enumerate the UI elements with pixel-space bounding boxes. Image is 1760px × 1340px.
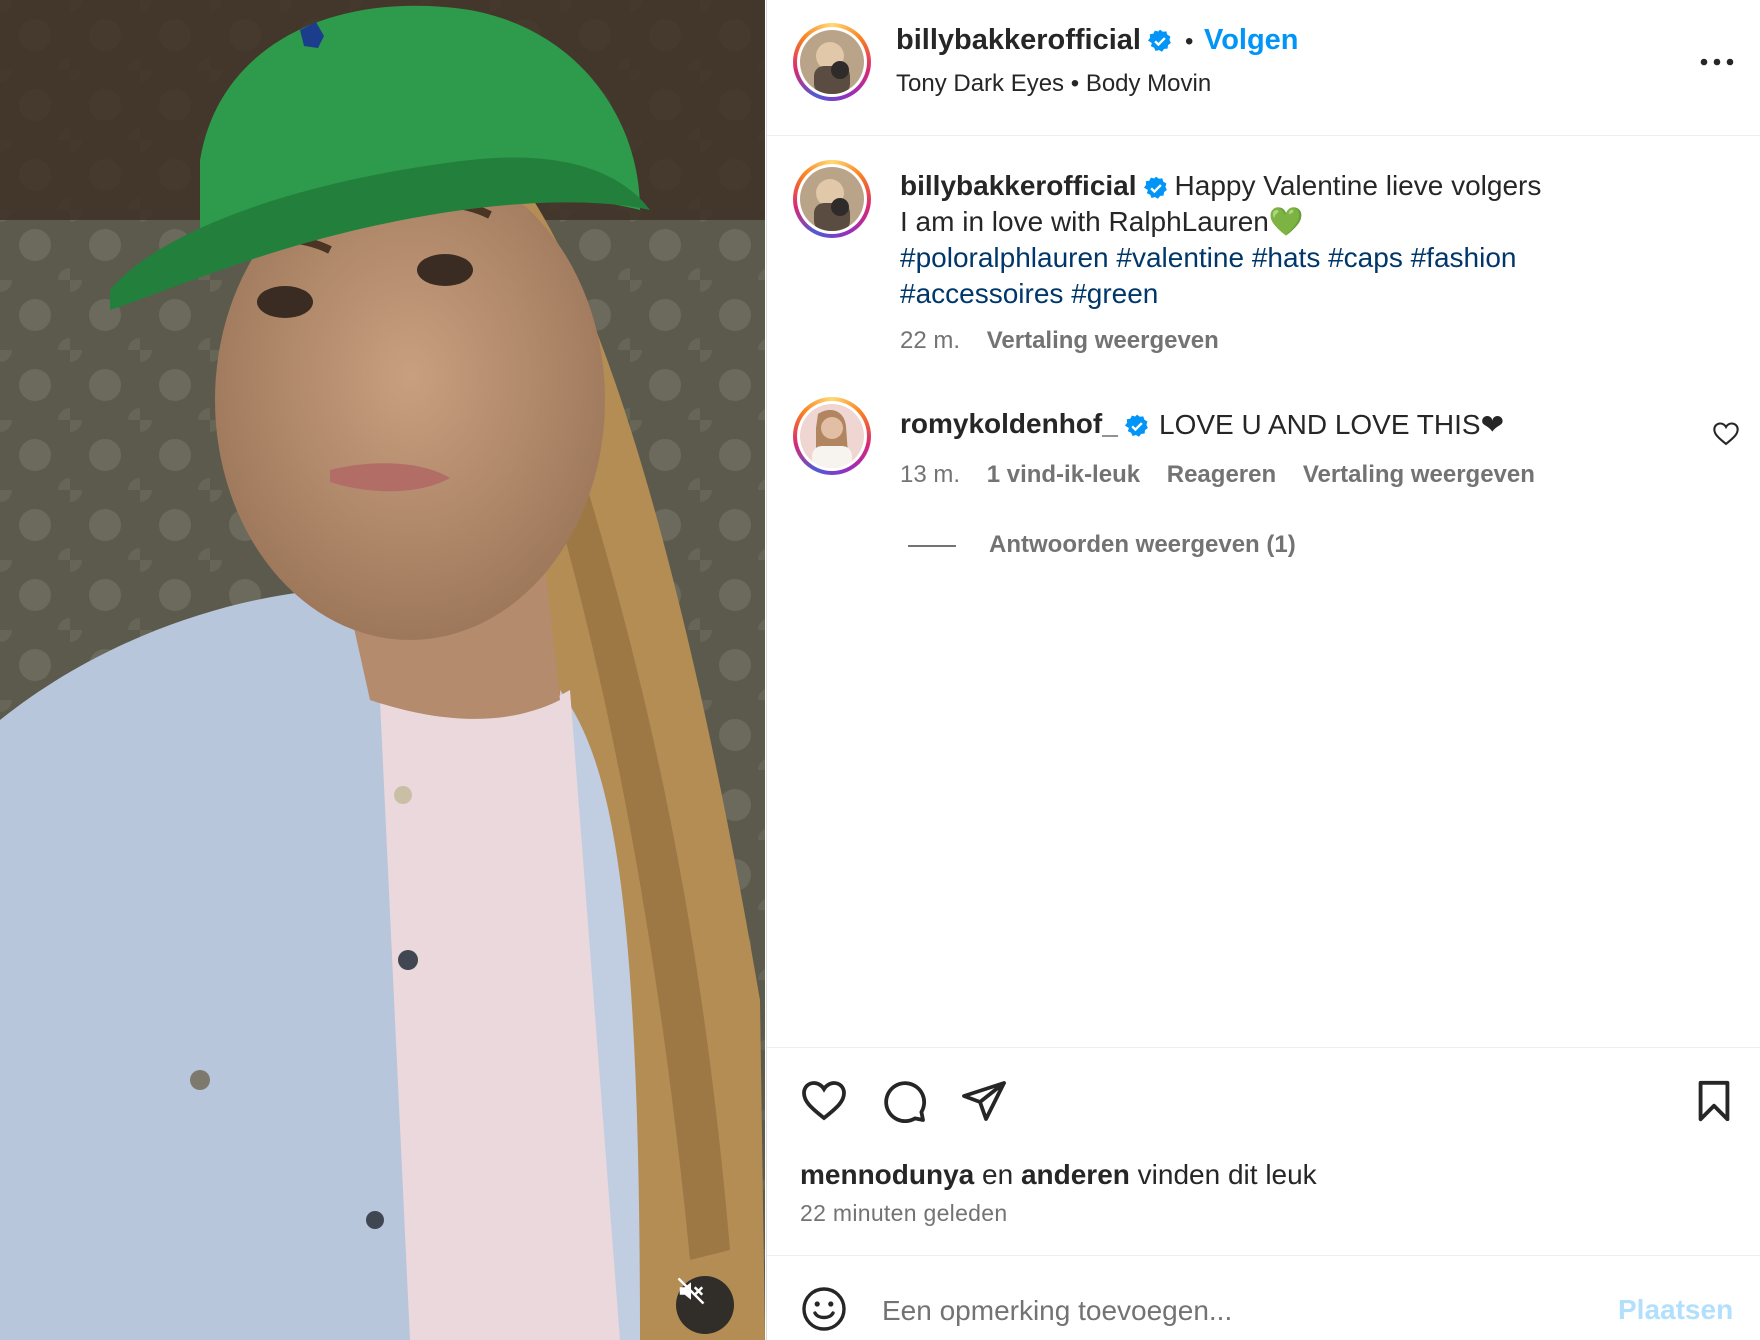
author-username-text[interactable]: billybakkerofficial — [896, 24, 1141, 56]
hashtag-link[interactable]: #valentine — [1116, 242, 1244, 273]
replies-divider-line — [908, 545, 956, 547]
mute-toggle-button[interactable] — [676, 1276, 734, 1334]
post-sidebar: billybakkerofficial • Volgen Tony Dark E… — [766, 0, 1760, 1340]
commenter-avatar[interactable] — [793, 397, 871, 475]
commenter-avatar-image — [800, 404, 864, 468]
emoji-picker-icon[interactable] — [800, 1285, 848, 1333]
post-header: billybakkerofficial • Volgen Tony Dark E… — [767, 0, 1760, 136]
post-video[interactable] — [0, 0, 765, 1340]
view-replies-button[interactable]: Antwoorden weergeven (1) — [989, 531, 1296, 559]
comment-input[interactable] — [880, 1288, 1564, 1334]
audio-artist[interactable]: Tony Dark Eyes — [896, 70, 1064, 97]
comment-timestamp[interactable]: 13 m. — [900, 461, 960, 488]
save-bookmark-icon[interactable] — [1691, 1078, 1737, 1124]
hashtag-link[interactable]: #green — [1071, 278, 1158, 309]
caption-translate-link[interactable]: Vertaling weergeven — [987, 327, 1219, 354]
verified-badge-icon — [1147, 29, 1171, 53]
video-frame-illustration — [0, 0, 765, 1340]
actions-divider — [767, 1047, 1760, 1048]
more-options-button[interactable] — [1692, 40, 1742, 84]
hashtag-link[interactable]: #caps — [1328, 242, 1403, 273]
comment-like-heart-icon[interactable] — [1712, 420, 1740, 448]
post-time-ago[interactable]: 22 minuten geleden — [800, 1200, 1007, 1227]
comment-username[interactable]: romykoldenhof_ — [900, 408, 1150, 440]
author-avatar-image — [800, 30, 864, 94]
header-separator-dot: • — [1185, 28, 1194, 55]
comment-translate-link[interactable]: Vertaling weergeven — [1303, 461, 1535, 488]
likes-and: en — [982, 1159, 1014, 1190]
caption-line-2: I am in love with RalphLauren💚 — [900, 206, 1304, 237]
comment-bubble-icon[interactable] — [880, 1077, 928, 1125]
post-comment-button[interactable]: Plaatsen — [1618, 1294, 1733, 1326]
verified-badge-icon — [1124, 414, 1148, 437]
caption-meta: 22 m. Vertaling weergeven — [900, 327, 1219, 355]
speaker-muted-icon — [677, 1277, 705, 1305]
comment-likes-count[interactable]: 1 vind-ik-leuk — [987, 461, 1140, 488]
caption-avatar-image — [800, 167, 864, 231]
comment-username-text[interactable]: romykoldenhof_ — [900, 408, 1118, 439]
verified-badge-icon — [1143, 176, 1167, 199]
caption-username[interactable]: billybakkerofficial — [900, 170, 1137, 201]
comment-text: LOVE U AND LOVE THIS❤ — [1159, 409, 1505, 440]
others-link[interactable]: anderen — [1021, 1159, 1130, 1190]
share-send-icon[interactable] — [960, 1077, 1008, 1125]
like-heart-icon[interactable] — [800, 1077, 848, 1125]
follow-button[interactable]: Volgen — [1204, 24, 1299, 57]
more-horizontal-icon — [1700, 58, 1734, 66]
caption-author-avatar[interactable] — [793, 160, 871, 238]
hashtag-link[interactable]: #poloralphlauren — [900, 242, 1109, 273]
audio-track[interactable]: Body Movin — [1086, 70, 1211, 97]
hashtag-link[interactable]: #fashion — [1411, 242, 1517, 273]
composer-divider — [767, 1255, 1760, 1256]
likes-summary: mennodunya en anderen vinden dit leuk — [800, 1159, 1317, 1191]
comment-meta: 13 m. 1 vind-ik-leuk Reageren Vertaling … — [900, 461, 1535, 489]
audio-separator-dot: • — [1070, 70, 1086, 97]
caption-timestamp[interactable]: 22 m. — [900, 327, 960, 354]
author-username[interactable]: billybakkerofficial — [896, 24, 1173, 57]
caption-text: billybakkerofficial Happy Valentine lieve… — [900, 168, 1660, 312]
caption-line-1: Happy Valentine lieve volgers — [1174, 170, 1542, 201]
likes-suffix: vinden dit leuk — [1137, 1159, 1317, 1190]
comment-reply-button[interactable]: Reageren — [1167, 461, 1276, 488]
hashtag-link[interactable]: #accessoires — [900, 278, 1063, 309]
hashtag-link[interactable]: #hats — [1252, 242, 1321, 273]
author-avatar[interactable] — [793, 23, 871, 101]
liker-username[interactable]: mennodunya — [800, 1159, 974, 1190]
audio-attribution[interactable]: Tony Dark Eyes • Body Movin — [896, 70, 1211, 98]
